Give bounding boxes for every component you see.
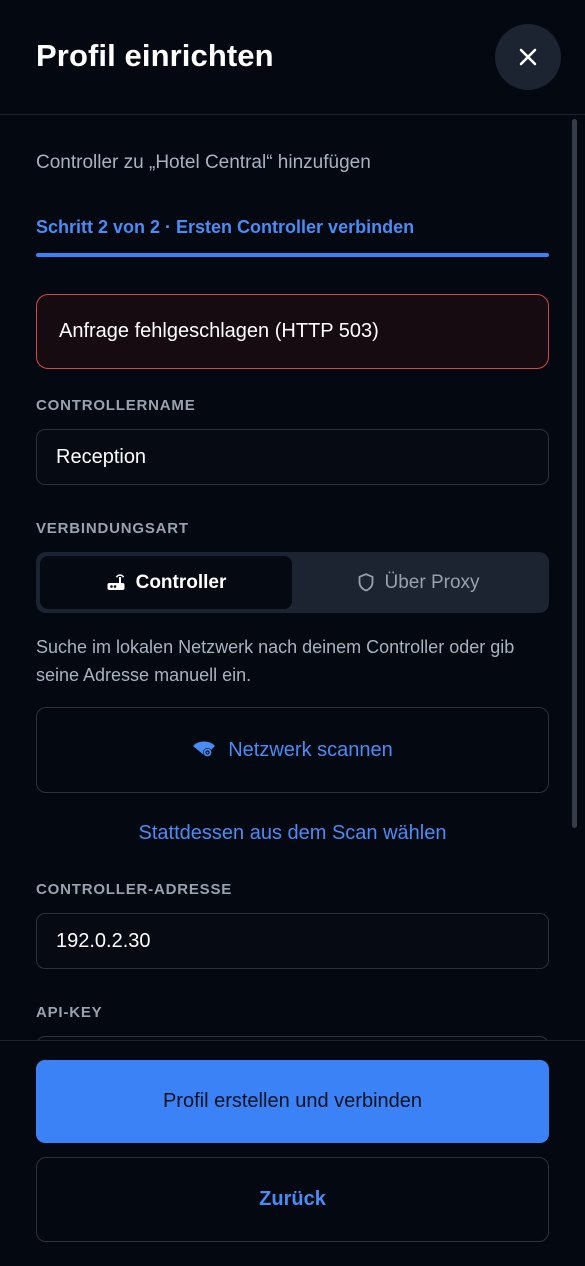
scrollbar[interactable] bbox=[572, 119, 577, 828]
form-subtitle: Controller zu „Hotel Central“ hinzufügen bbox=[36, 152, 371, 173]
step-progress-bar bbox=[36, 253, 549, 257]
error-banner: Anfrage fehlgeschlagen (HTTP 503) bbox=[36, 294, 549, 369]
scan-network-label: Netzwerk scannen bbox=[228, 738, 393, 761]
connection-type-label: VERBINDUNGSART bbox=[36, 520, 189, 537]
close-button[interactable] bbox=[495, 24, 561, 90]
footer: Profil erstellen und verbinden Zurück bbox=[0, 1040, 585, 1266]
connection-option-proxy[interactable]: Über Proxy bbox=[293, 556, 545, 609]
controller-name-input[interactable]: Reception bbox=[36, 429, 549, 485]
controller-name-label: CONTROLLERNAME bbox=[36, 397, 196, 414]
connection-option-controller[interactable]: Controller bbox=[40, 556, 292, 609]
shield-icon bbox=[359, 573, 374, 592]
step-indicator: Schritt 2 von 2 · Ersten Controller verb… bbox=[36, 217, 415, 237]
connection-type-segmented-control: Controller Über Proxy bbox=[36, 552, 549, 613]
form-scroll-area[interactable]: Controller zu „Hotel Central“ hinzufügen… bbox=[0, 116, 585, 1040]
scan-network-button[interactable]: Netzwerk scannen bbox=[36, 707, 549, 793]
close-icon bbox=[519, 48, 537, 66]
api-key-label: API-KEY bbox=[36, 1004, 103, 1021]
connection-option-label: Controller bbox=[135, 571, 227, 593]
create-profile-button[interactable]: Profil erstellen und verbinden bbox=[36, 1060, 549, 1143]
controller-address-input[interactable]: 192.0.2.30 bbox=[36, 913, 549, 969]
connection-description: Suche im lokalen Netzwerk nach deinem Co… bbox=[36, 637, 515, 685]
header: Profil einrichten bbox=[0, 0, 585, 115]
radar-icon bbox=[193, 741, 216, 757]
page-title: Profil einrichten bbox=[36, 38, 274, 73]
back-button[interactable]: Zurück bbox=[36, 1157, 549, 1242]
setup-profile-screen: Profil einrichten Controller zu „Hotel C… bbox=[0, 0, 585, 1266]
choose-from-scan-link[interactable]: Stattdessen aus dem Scan wählen bbox=[0, 822, 585, 845]
connection-option-label: Über Proxy bbox=[384, 571, 480, 593]
controller-address-label: CONTROLLER-ADRESSE bbox=[36, 881, 233, 898]
router-icon bbox=[107, 573, 125, 590]
